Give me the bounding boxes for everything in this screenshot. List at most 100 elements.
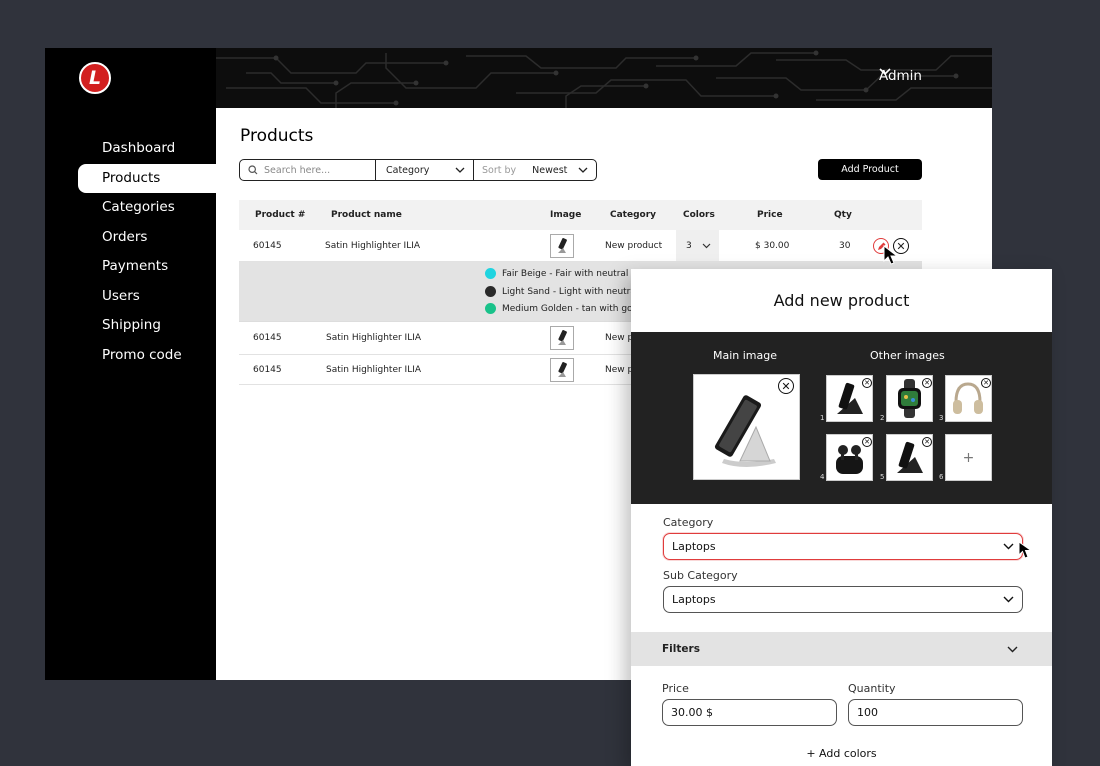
price-input[interactable]: 30.00 $ (662, 699, 837, 726)
chevron-down-icon (578, 167, 588, 173)
sort-value: Newest (532, 164, 568, 176)
image-number: 2 (880, 414, 885, 422)
remove-image-icon[interactable]: ✕ (862, 437, 872, 447)
mouse-cursor-icon (1018, 541, 1033, 559)
color-label: Fair Beige - Fair with neutral u (502, 268, 637, 279)
product-thumbnail (550, 322, 574, 354)
remove-image-icon[interactable]: ✕ (922, 378, 932, 388)
chevron-down-icon (1003, 543, 1014, 550)
product-category: New p (605, 364, 634, 375)
mouse-cursor-icon (883, 244, 899, 265)
table-header: Product # Product name Image Category Co… (239, 200, 922, 230)
product-category: New p (605, 333, 634, 343)
category-filter-label: Category (386, 164, 430, 176)
sidebar-item-users[interactable]: Users (78, 282, 216, 312)
sort-dropdown[interactable]: Sort by Newest (474, 160, 596, 180)
add-colors-button[interactable]: + Add colors (631, 747, 1052, 760)
sidebar-item-promo-code[interactable]: Promo code (78, 341, 216, 371)
image-number: 4 (820, 473, 825, 481)
images-panel: Main image Other images ✕ ✕ 1 ✕ 2 ✕ 3 ✕ … (631, 332, 1052, 504)
search-icon (248, 165, 258, 175)
sidebar-item-products[interactable]: Products (78, 163, 216, 193)
product-thumbnail (550, 230, 574, 261)
sidebar-item-dashboard[interactable]: Dashboard (78, 134, 216, 164)
color-option: Fair Beige - Fair with neutral u (485, 268, 637, 279)
page-title: Products (240, 126, 314, 146)
other-image-4[interactable]: ✕ (826, 434, 873, 481)
phone-stand-icon (558, 330, 567, 345)
phone-stand-icon (558, 361, 567, 377)
header-colors: Colors (683, 210, 715, 220)
color-label: Light Sand - Light with neutral (502, 286, 639, 297)
chevron-down-icon (455, 167, 465, 173)
chevron-down-icon (879, 68, 891, 76)
main-image[interactable]: ✕ (693, 374, 800, 480)
color-option: Light Sand - Light with neutral (485, 286, 638, 297)
category-value: Laptops (672, 540, 716, 553)
quantity-input[interactable]: 100 (848, 699, 1023, 726)
product-thumbnail (550, 355, 574, 384)
modal-title: Add new product (773, 291, 910, 310)
add-product-button[interactable]: Add Product (818, 159, 922, 180)
remove-image-icon[interactable]: ✕ (922, 437, 932, 447)
sidebar: L Dashboard Products Categories Orders P… (45, 48, 216, 680)
product-qty: 30 (839, 240, 851, 251)
product-number: 60145 (253, 240, 282, 251)
table-row[interactable]: 60145 Satin Highlighter ILIA New product… (239, 230, 922, 262)
other-image-3[interactable]: ✕ (945, 375, 992, 422)
brand-logo[interactable]: L (79, 62, 111, 94)
category-filter-dropdown[interactable]: Category (376, 160, 474, 180)
product-name: Satin Highlighter ILIA (326, 333, 422, 343)
header-category: Category (610, 210, 657, 220)
price-label: Price (662, 682, 689, 695)
admin-menu[interactable]: Admin (879, 68, 922, 84)
product-name: Satin Highlighter ILIA (325, 240, 421, 251)
product-number: 60145 (253, 333, 282, 343)
remove-image-icon[interactable]: ✕ (778, 378, 794, 394)
add-product-modal: Add new product Main image Other images … (631, 269, 1052, 766)
phone-stand-icon (558, 237, 567, 253)
image-number: 6 (939, 473, 944, 481)
color-swatch (485, 286, 496, 297)
filters-label: Filters (662, 643, 700, 655)
add-image-button[interactable]: + (945, 434, 992, 481)
main-image-label: Main image (713, 349, 778, 362)
product-name: Satin Highlighter ILIA (326, 364, 422, 375)
chevron-down-icon (1003, 596, 1014, 603)
color-option: Medium Golden - tan with gol (485, 303, 635, 314)
add-icon: + (962, 449, 975, 466)
top-header: Admin (216, 48, 992, 108)
image-number: 5 (880, 473, 885, 481)
category-select[interactable]: Laptops (663, 533, 1023, 560)
product-price: $ 30.00 (755, 240, 790, 251)
remove-image-icon[interactable]: ✕ (862, 378, 872, 388)
sidebar-item-orders[interactable]: Orders (78, 223, 216, 253)
image-number: 1 (820, 414, 825, 422)
color-swatch (485, 268, 496, 279)
subcategory-select[interactable]: Laptops (663, 586, 1023, 613)
header-qty: Qty (834, 210, 852, 220)
other-images-label: Other images (870, 349, 945, 362)
chevron-down-icon (702, 243, 711, 248)
colors-dropdown[interactable]: 3 (676, 230, 719, 261)
other-image-5[interactable]: ✕ (886, 434, 933, 481)
quantity-value: 100 (857, 706, 878, 719)
sidebar-item-payments[interactable]: Payments (78, 252, 216, 282)
sidebar-item-categories[interactable]: Categories (78, 193, 216, 223)
color-swatch (485, 303, 496, 314)
price-value: 30.00 $ (671, 706, 713, 719)
sidebar-item-shipping[interactable]: Shipping (78, 311, 216, 341)
filters-accordion[interactable]: Filters (631, 632, 1052, 666)
remove-image-icon[interactable]: ✕ (981, 378, 991, 388)
other-image-2[interactable]: ✕ (886, 375, 933, 422)
sidebar-nav: Dashboard Products Categories Orders Pay… (78, 134, 216, 370)
header-image: Image (550, 210, 582, 220)
other-image-1[interactable]: ✕ (826, 375, 873, 422)
colors-count: 3 (686, 240, 692, 251)
search-placeholder: Search here... (264, 164, 331, 176)
sort-label: Sort by (482, 164, 517, 176)
subcategory-value: Laptops (672, 593, 716, 606)
subcategory-label: Sub Category (663, 569, 738, 582)
search-input[interactable]: Search here... (240, 160, 376, 180)
chevron-down-icon (1007, 646, 1018, 652)
